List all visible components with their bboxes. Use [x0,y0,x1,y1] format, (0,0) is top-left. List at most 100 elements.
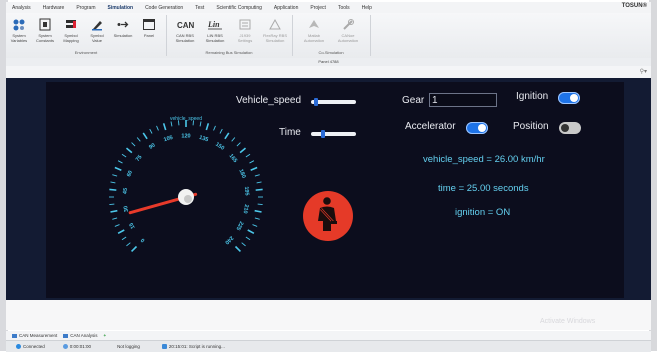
can-rbs-button[interactable]: CAN CAN RBS Simulation [170,18,200,43]
menu-item-test[interactable]: Test [189,5,210,11]
lin-rbs-button[interactable]: Lin LIN RBS Simulation [200,18,230,43]
panel-label: Panel [144,33,154,38]
tab-can-measurement[interactable]: CAN Measurement [12,333,57,338]
gauge-tick [200,121,201,126]
ribbon: System Variables System Constants Symbol… [6,13,651,59]
canoe-label2: Automation [338,38,358,43]
menu-item-hardware[interactable]: Hardware [37,5,71,11]
symbol-mapping-label2: Mapping [63,38,78,43]
position-label: Position [513,121,549,132]
panel-icon [142,18,156,31]
script-icon [162,344,167,349]
gauge-tick [112,218,117,219]
tab-can-analysis[interactable]: CAN Analysis [63,333,97,338]
accelerator-label: Accelerator [405,121,456,132]
gauge-tick [248,230,254,233]
gauge-tick [110,211,117,212]
time-label: Time [279,127,301,138]
panel-button[interactable]: Panel [136,18,162,38]
svg-text:CAN: CAN [177,21,194,30]
can-rbs-label2: Simulation [176,38,195,43]
gauge-tick-label: 150 [214,142,225,152]
ignition-readout: ignition = ON [455,207,510,218]
add-tab-button[interactable]: + [104,333,107,338]
matlab-icon [307,18,321,31]
accelerator-toggle[interactable] [466,122,488,134]
gauge-tick-label: 120 [181,133,190,139]
lower-workspace [6,300,651,330]
gauge-tick [255,175,260,176]
gauge-tick [122,237,126,240]
symbol-value-button[interactable]: Symbol Value [84,18,110,43]
vehicle-speed-slider[interactable] [311,100,356,104]
gauge-tick-label: 60 [126,170,134,178]
system-variables-label2: Variables [11,38,27,43]
gauge-tick [242,243,246,246]
zoom-icon[interactable]: ⚲▾ [640,68,647,75]
gauge-tick [237,143,241,147]
gauge-tick-label: 0 [140,237,146,243]
can-icon: CAN [176,18,194,31]
gauge-tick-label: 30 [123,205,130,212]
ribbon-caption-co-simulation: Co-Simulation [292,50,370,55]
symbol-mapping-button[interactable]: Symbol Mapping [58,18,84,43]
gauge-tick [115,168,121,171]
gauge-tick-label: 165 [228,153,238,164]
menu-item-program[interactable]: Program [70,5,101,11]
j1939-settings-button[interactable]: J1939 Settings [230,18,260,43]
menu-item-scientific-computing[interactable]: Scientific Computing [210,5,268,11]
gauge-tick [137,137,140,141]
gear-input[interactable] [429,93,497,107]
simulation-icon [116,18,130,31]
measurement-icon [12,334,17,338]
gear-label: Gear [402,95,424,106]
gauge-tick-label: 105 [163,135,174,143]
connected-icon [16,344,21,349]
menu-item-code-generation[interactable]: Code Generation [139,5,189,11]
system-variables-button[interactable]: System Variables [6,18,32,43]
gauge-hub-shadow [184,195,192,203]
ribbon-caption-remaining-bus: Remaining Bus Simulation [166,50,292,55]
position-toggle[interactable] [559,122,581,134]
dashboard-canvas: vehicle_speed 01530456075901051201351501… [46,82,624,298]
canoe-automation-button[interactable]: CANoe Automation [332,18,364,43]
gauge-tick [225,133,229,139]
menu-item-analysis[interactable]: Analysis [6,5,37,11]
status-timer: 0:00:01:00 [63,344,91,349]
menu-item-tools[interactable]: Tools [332,5,356,11]
menu-item-simulation[interactable]: Simulation [102,5,140,11]
simulation-button[interactable]: Simulation [110,18,136,38]
gauge-tick-label: 195 [243,186,250,196]
matlab-automation-button[interactable]: Matlab Automation [298,18,330,43]
gauge-tick [171,121,172,126]
simulation-label: Simulation [114,33,133,38]
ignition-toggle-knob [570,94,578,102]
gauge-tick-label: 15 [129,221,137,229]
gauge-tick [206,123,208,130]
gauge-tick-label: 240 [223,234,234,245]
status-connected: Connected [16,344,45,349]
bottom-tab-bar: CAN Measurement CAN Analysis + [6,331,651,340]
menu-item-application[interactable]: Application [268,5,304,11]
position-toggle-knob [561,124,569,132]
status-script-text: 20:15:01: Script is running... [169,344,225,349]
menu-item-help[interactable]: Help [356,5,378,11]
vehicle-speed-slider-thumb[interactable] [314,98,318,106]
flexray-rbs-button[interactable]: FlexRay RBS Simulation [260,18,290,43]
gauge-tick [232,137,235,141]
ignition-toggle[interactable] [558,92,580,104]
brand-logo: TOSUN® [622,3,647,9]
gauge-tick [255,211,262,212]
gauge-tick [240,148,245,152]
lin-icon: Lin [206,18,224,31]
gauge-tick-label: 225 [235,220,245,231]
system-constants-button[interactable]: System Constants [32,18,58,43]
time-slider[interactable] [311,132,356,136]
time-slider-thumb[interactable] [321,130,325,138]
gauge-ticks [109,120,263,251]
gauge-tick [164,123,166,130]
flexray-label2: Simulation [266,38,285,43]
menu-item-project[interactable]: Project [304,5,332,11]
gauge-tick [110,182,115,183]
gauge-tick [251,168,257,171]
